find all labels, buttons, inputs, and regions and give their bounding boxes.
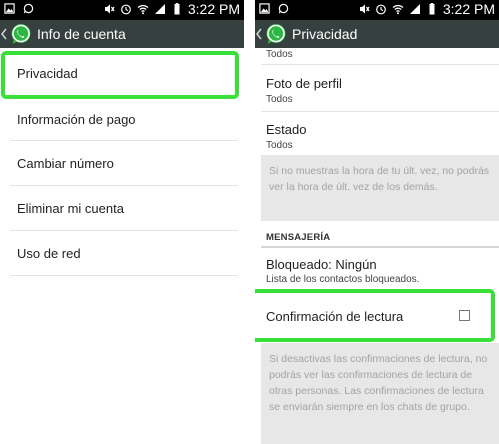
wifi-icon: [392, 4, 404, 15]
divider: [10, 275, 238, 276]
privacy-screen: 3:22 PM Privacidad Todos Foto de perfil …: [255, 0, 499, 444]
menu-item-label: Información de pago: [17, 112, 136, 127]
battery-icon: [174, 3, 180, 15]
whatsapp-logo-icon[interactable]: [264, 22, 288, 46]
section-header-messaging: MENSAJERÍA: [266, 232, 331, 243]
alarm-icon: [120, 4, 131, 15]
setting-profile-photo[interactable]: Foto de perfil Todos: [255, 65, 499, 111]
signal-icon: [409, 4, 420, 14]
menu-item-label: Uso de red: [17, 246, 81, 261]
menu-item-label: Cambiar número: [17, 156, 114, 171]
clock: 3:22 PM: [187, 1, 240, 17]
menu-item-payment-info[interactable]: Información de pago: [0, 98, 244, 142]
read-receipts-info-note: Si desactivas las confirmaciones de lect…: [261, 343, 499, 444]
app-bar: Info de cuenta: [0, 20, 244, 48]
status-bar: 3:22 PM: [0, 0, 244, 20]
wifi-icon: [137, 4, 149, 15]
menu-item-change-number[interactable]: Cambiar número: [0, 141, 244, 186]
battery-icon: [429, 3, 435, 15]
setting-status[interactable]: Estado Todos: [255, 112, 499, 154]
info-text: Si no muestras la hora de tu últ. vez, n…: [269, 165, 490, 193]
app-bar-title: Info de cuenta: [37, 26, 126, 42]
image-notification-icon: [259, 3, 270, 14]
panel-separator: [244, 0, 255, 444]
last-seen-info-note: Si no muestras la hora de tu últ. vez, n…: [261, 155, 499, 221]
whatsapp-notification-icon: [278, 3, 289, 14]
highlight-box: [1, 51, 239, 99]
last-seen-value: Todos: [266, 49, 293, 60]
section-divider: [261, 246, 499, 248]
mute-icon: [104, 4, 115, 14]
setting-value: Todos: [266, 94, 293, 105]
status-bar: 3:22 PM: [255, 0, 499, 20]
highlight-box: [255, 289, 495, 342]
whatsapp-logo-icon[interactable]: [9, 22, 33, 46]
setting-title: Estado: [266, 122, 307, 137]
menu-item-delete-account[interactable]: Eliminar mi cuenta: [0, 186, 244, 231]
app-bar: Privacidad: [255, 20, 499, 48]
alarm-icon: [375, 4, 386, 15]
setting-subtitle: Lista de los contactos bloqueados.: [266, 274, 420, 285]
mute-icon: [359, 4, 370, 14]
setting-title: Foto de perfil: [266, 76, 342, 91]
account-info-screen: 3:22 PM Info de cuenta Privacidad Inform…: [0, 0, 244, 444]
app-bar-title: Privacidad: [292, 26, 358, 42]
menu-item-label: Eliminar mi cuenta: [17, 201, 124, 216]
info-text: Si desactivas las confirmaciones de lect…: [269, 353, 488, 413]
menu-item-network-usage[interactable]: Uso de red: [0, 231, 244, 276]
whatsapp-notification-icon: [23, 3, 34, 14]
setting-title: Bloqueado: Ningún: [266, 257, 377, 272]
back-icon[interactable]: [0, 27, 8, 41]
setting-blocked[interactable]: Bloqueado: Ningún Lista de los contactos…: [255, 249, 499, 289]
clock: 3:22 PM: [442, 1, 495, 17]
image-notification-icon: [4, 3, 15, 14]
setting-value: Todos: [266, 140, 293, 151]
signal-icon: [154, 4, 165, 14]
back-icon[interactable]: [255, 27, 263, 41]
